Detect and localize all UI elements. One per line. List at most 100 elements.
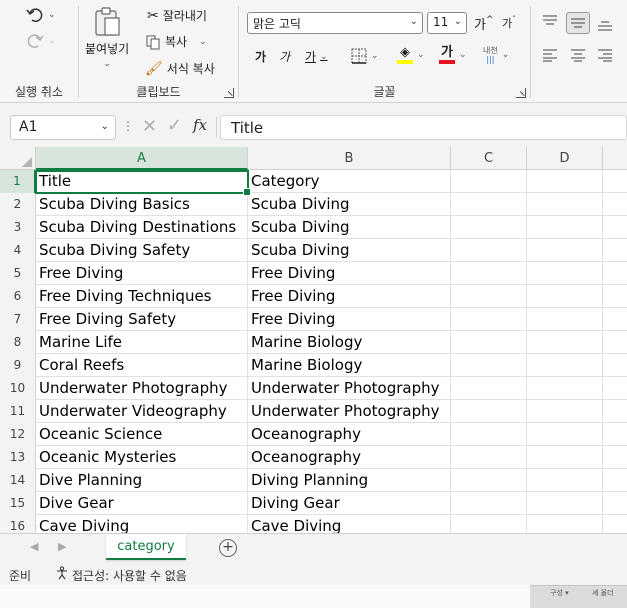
cell-b[interactable]: Free Diving [248,285,451,308]
column-header-b[interactable]: B [248,147,451,170]
cell-d[interactable] [527,469,603,492]
cell-e[interactable] [603,285,627,308]
cell-b[interactable]: Scuba Diving [248,193,451,216]
column-header-a[interactable]: A [36,147,248,170]
add-sheet-button[interactable]: + [219,539,237,557]
row-header[interactable]: 12 [0,423,36,446]
row-header[interactable]: 13 [0,446,36,469]
check-icon[interactable]: ✓ [167,115,182,136]
next-sheet-icon[interactable]: ▶ [58,540,66,553]
row-header[interactable]: 11 [0,400,36,423]
cell-d[interactable] [527,515,603,533]
row-header[interactable]: 6 [0,285,36,308]
clipboard-dialog-launcher[interactable] [224,88,234,98]
cell-e[interactable] [603,216,627,239]
cell-e[interactable] [603,331,627,354]
cell-c[interactable] [451,469,527,492]
row-header[interactable]: 9 [0,354,36,377]
align-right-button[interactable] [597,48,613,62]
row-header[interactable]: 10 [0,377,36,400]
sheet-tab-category[interactable]: category [106,534,186,560]
cell-e[interactable] [603,446,627,469]
row-header[interactable]: 1 [0,170,36,193]
cell-a[interactable]: Marine Life [36,331,248,354]
cell-a[interactable]: Scuba Diving Basics [36,193,248,216]
row-header[interactable]: 7 [0,308,36,331]
cell-b[interactable]: Marine Biology [248,331,451,354]
cell-e[interactable] [603,492,627,515]
align-bottom-button[interactable] [597,18,613,32]
align-middle-button[interactable] [566,12,590,34]
cell-c[interactable] [451,400,527,423]
column-header-e[interactable] [603,147,627,170]
cell-c[interactable] [451,216,527,239]
row-header[interactable]: 14 [0,469,36,492]
italic-button[interactable]: 가 [279,48,290,65]
align-center-button[interactable] [570,48,586,62]
row-header[interactable]: 4 [0,239,36,262]
cell-b[interactable]: Free Diving [248,308,451,331]
row-header[interactable]: 2 [0,193,36,216]
cell-e[interactable] [603,469,627,492]
cell-a[interactable]: Free Diving Techniques [36,285,248,308]
spreadsheet-grid[interactable]: A B C D 1 Title Category 2 Scuba Diving Basi… [0,147,627,533]
cell-c[interactable] [451,239,527,262]
format-painter-button[interactable]: 🖌 서식 복사 [145,60,215,77]
row-header[interactable]: 3 [0,216,36,239]
cell-b[interactable]: Oceanography [248,423,451,446]
cell-c[interactable] [451,262,527,285]
cell-d[interactable] [527,193,603,216]
cell-a[interactable]: Underwater Videography [36,400,248,423]
cell-a[interactable]: Cave Diving [36,515,248,533]
bold-button[interactable]: 가 [255,48,266,65]
copy-button[interactable]: 복사 ⌄ [145,33,207,50]
cell-a[interactable]: Oceanic Mysteries [36,446,248,469]
name-box[interactable]: A1 ⌄ [10,115,116,140]
cell-c[interactable] [451,193,527,216]
row-header[interactable]: 8 [0,331,36,354]
cell-b[interactable]: Oceanography [248,446,451,469]
cell-a[interactable]: Scuba Diving Destinations [36,216,248,239]
grow-font-button[interactable]: 가 ^ [474,14,494,34]
cell-e[interactable] [603,262,627,285]
cell-d[interactable] [527,239,603,262]
cell-e[interactable] [603,239,627,262]
cell-b[interactable]: Category [248,170,451,193]
font-size-select[interactable]: 11 ⌄ [427,12,467,34]
cell-b[interactable]: Diving Gear [248,492,451,515]
cell-e[interactable] [603,170,627,193]
cell-d[interactable] [527,285,603,308]
row-header[interactable]: 5 [0,262,36,285]
shrink-font-button[interactable]: 가ˇ [502,15,516,31]
cell-c[interactable] [451,285,527,308]
cell-d[interactable] [527,446,603,469]
cell-b[interactable]: Underwater Photography [248,400,451,423]
cell-c[interactable] [451,377,527,400]
cell-e[interactable] [603,193,627,216]
cell-d[interactable] [527,331,603,354]
column-header-d[interactable]: D [527,147,603,170]
phonetic-button[interactable]: 내천 ||| ⌄ [483,46,509,64]
more-vertical-icon[interactable]: ⋮ [122,119,134,133]
row-header[interactable]: 16 [0,515,36,533]
redo-button[interactable]: ⌄ [26,32,56,50]
cell-b[interactable]: Underwater Photography [248,377,451,400]
cell-a[interactable]: Dive Gear [36,492,248,515]
cell-d[interactable] [527,492,603,515]
cell-c[interactable] [451,170,527,193]
cell-d[interactable] [527,170,603,193]
cell-b[interactable]: Free Diving [248,262,451,285]
row-header[interactable]: 15 [0,492,36,515]
cell-b[interactable]: Scuba Diving [248,216,451,239]
font-name-select[interactable]: 맑은 고딕 ⌄ [247,12,423,34]
align-top-button[interactable] [542,14,558,28]
cell-a[interactable]: Free Diving [36,262,248,285]
cell-a[interactable]: Dive Planning [36,469,248,492]
cell-e[interactable] [603,308,627,331]
cell-b[interactable]: Marine Biology [248,354,451,377]
cell-a[interactable]: Free Diving Safety [36,308,248,331]
column-header-c[interactable]: C [451,147,527,170]
cell-c[interactable] [451,515,527,533]
cell-a[interactable]: Scuba Diving Safety [36,239,248,262]
cell-e[interactable] [603,515,627,533]
